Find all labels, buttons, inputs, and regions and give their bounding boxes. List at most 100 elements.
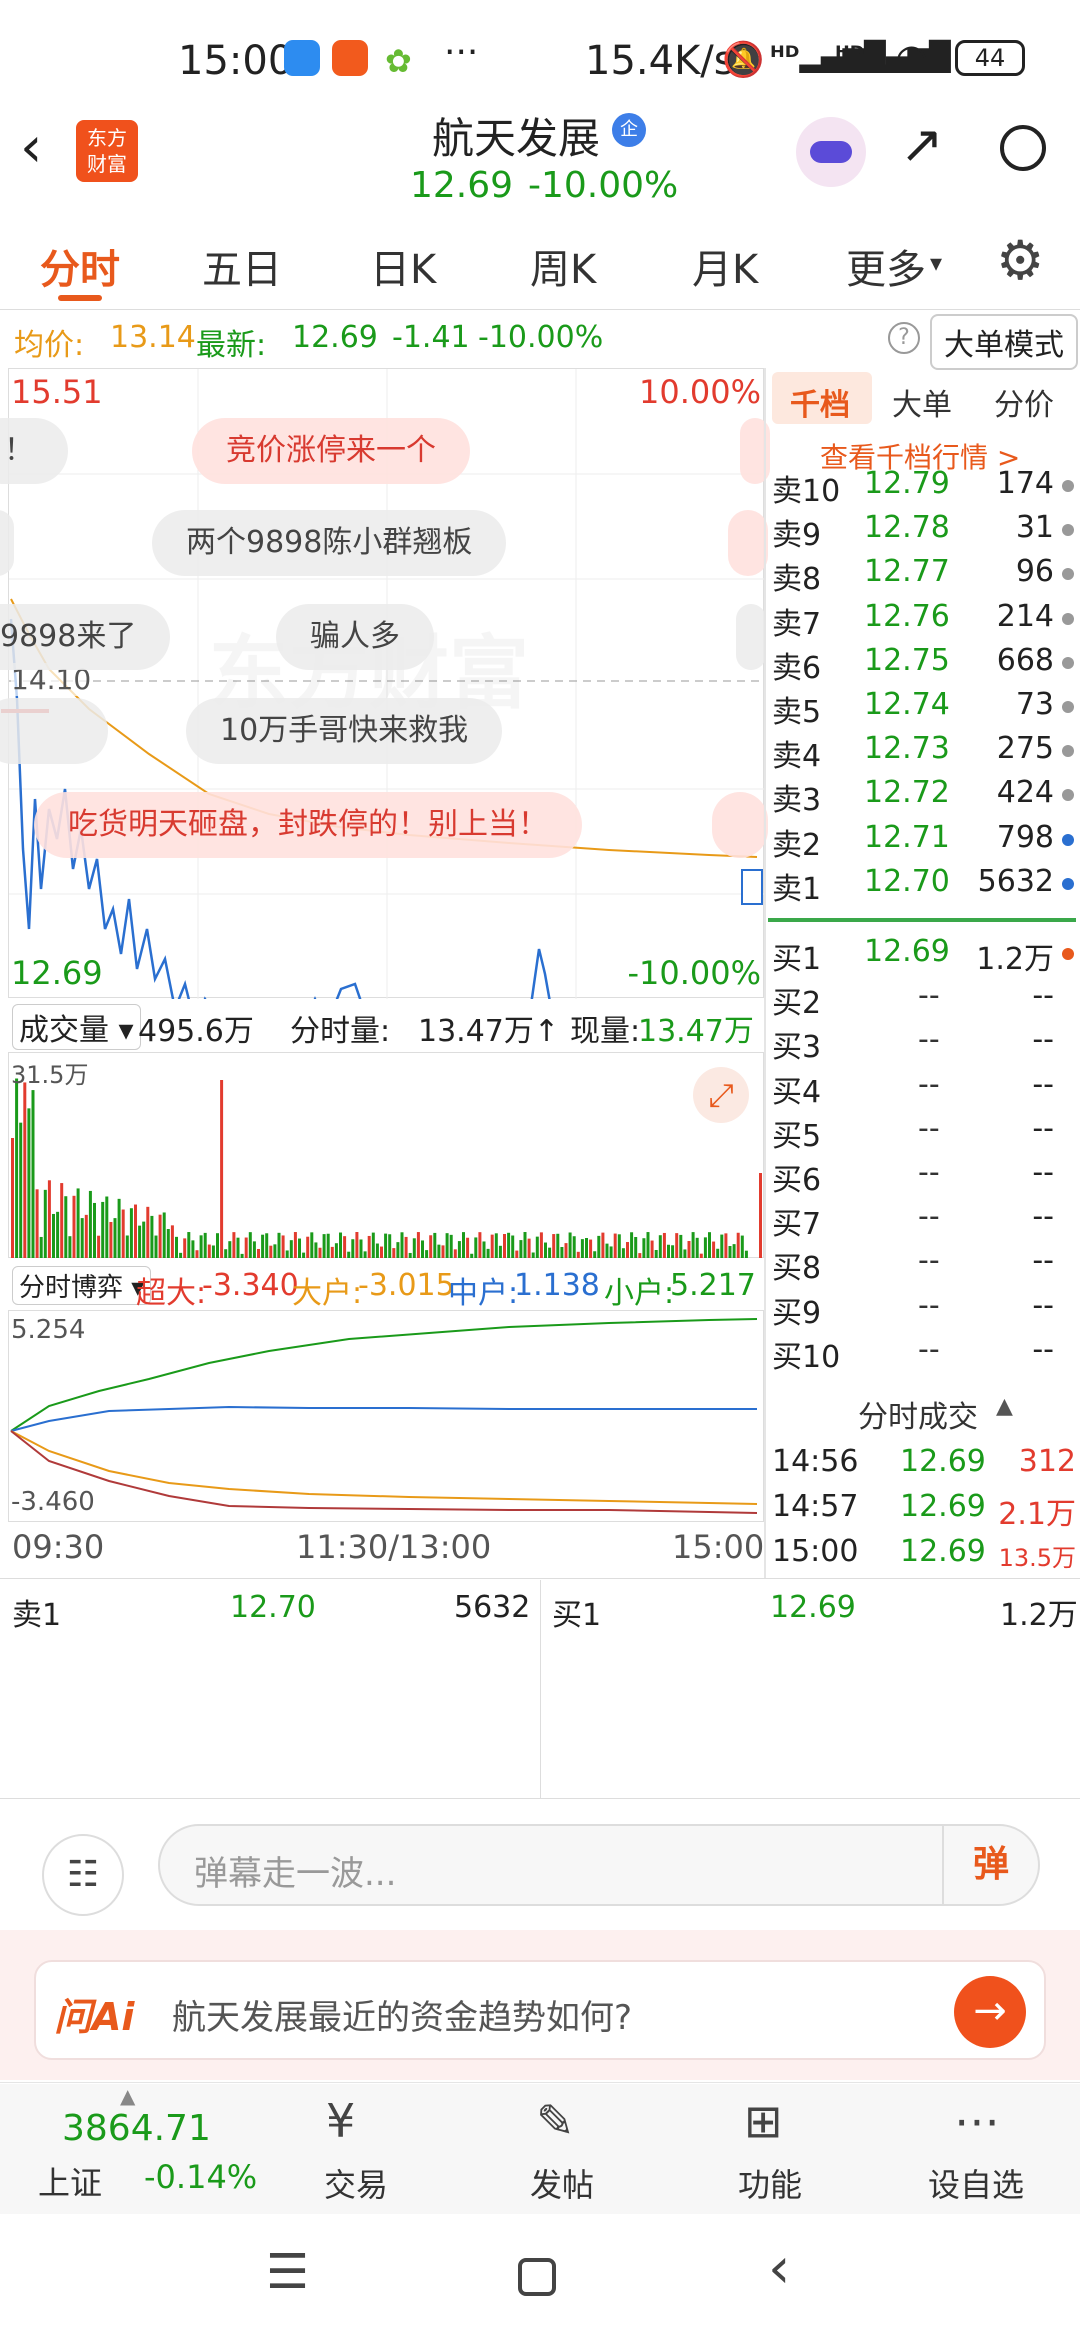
orderbook-sell-row[interactable]: 卖6 12.75 668 bbox=[768, 643, 1080, 687]
danmu-bubble[interactable]: ！ bbox=[0, 418, 68, 484]
orderbook-sell-row[interactable]: 卖5 12.74 73 bbox=[768, 687, 1080, 731]
volume-bar bbox=[564, 1243, 568, 1258]
danmu-bubble[interactable]: 吃货明天砸盘，封跌停的！别上当！ bbox=[34, 792, 582, 858]
tab-five-day[interactable]: 五日 bbox=[202, 237, 282, 295]
share-icon[interactable]: ↗ bbox=[900, 115, 944, 175]
trade-icon[interactable]: ¥ bbox=[326, 2094, 355, 2148]
volume-bar bbox=[158, 1214, 162, 1258]
post-icon[interactable]: ✎ bbox=[536, 2094, 575, 2148]
danmu-bubble[interactable]: 9898来了 bbox=[0, 604, 171, 670]
search-icon[interactable] bbox=[1000, 125, 1046, 171]
tab-big-orders[interactable]: 大单 bbox=[892, 380, 952, 424]
nav-post[interactable]: 发帖 bbox=[530, 2160, 594, 2206]
fund-flow-chart[interactable]: 5.254 -3.460 bbox=[8, 1310, 764, 1522]
danmu-input-placeholder: 弹幕走一波... bbox=[194, 1854, 397, 1894]
volume-bar bbox=[265, 1233, 269, 1258]
danmu-settings-icon[interactable]: ☷ bbox=[42, 1834, 124, 1916]
menu-icon[interactable]: ☰ bbox=[266, 2244, 309, 2300]
tab-monthly-k[interactable]: 月K bbox=[692, 237, 758, 295]
orderbook-buy-row[interactable]: 买6 -- -- bbox=[768, 1155, 1080, 1199]
functions-icon[interactable]: ⊞ bbox=[744, 2094, 783, 2148]
robot-avatar-icon[interactable] bbox=[796, 117, 866, 187]
index-name[interactable]: 上证 bbox=[38, 2158, 102, 2204]
trade-time: 15:00 bbox=[772, 1534, 859, 1569]
queue-buy-label: 买1 bbox=[552, 1598, 602, 1633]
arrow-right-icon[interactable]: → bbox=[954, 1976, 1026, 2048]
orderbook-sell-row[interactable]: 卖1 12.70 5632 bbox=[768, 864, 1080, 908]
back-icon[interactable]: ‹ bbox=[20, 115, 42, 180]
volume-bar bbox=[88, 1190, 92, 1258]
big-flow-line bbox=[10, 1430, 758, 1505]
help-icon[interactable]: ? bbox=[888, 322, 920, 354]
sell-level-label: 卖1 bbox=[772, 871, 822, 907]
nav-add-watchlist[interactable]: 设自选 bbox=[928, 2160, 1024, 2206]
orderbook-buy-row[interactable]: 买1 12.69 1.2万 bbox=[768, 934, 1080, 978]
orderbook-sell-row[interactable]: 卖9 12.78 31 bbox=[768, 510, 1080, 554]
orderbook-buy-row[interactable]: 买9 -- -- bbox=[768, 1288, 1080, 1332]
buy-level-volume: -- bbox=[1032, 1110, 1054, 1146]
time-start: 09:30 bbox=[12, 1528, 105, 1566]
orderbook-buy-row[interactable]: 买5 -- -- bbox=[768, 1111, 1080, 1155]
send-danmu-button[interactable]: 弹 bbox=[942, 1826, 1038, 1904]
orderbook-sell-row[interactable]: 卖8 12.77 96 bbox=[768, 554, 1080, 598]
buy-level-label: 买3 bbox=[772, 1030, 822, 1066]
nav-functions[interactable]: 功能 bbox=[738, 2160, 802, 2206]
volume-bar bbox=[384, 1233, 388, 1258]
volume-bar bbox=[220, 1080, 224, 1258]
volume-bar bbox=[613, 1233, 617, 1258]
trade-price: 12.69 bbox=[900, 1444, 986, 1479]
index-change[interactable]: -0.14% bbox=[144, 2158, 257, 2196]
buy-level-label: 买2 bbox=[772, 986, 822, 1022]
wifi-icon: ◠ bbox=[895, 36, 929, 80]
back-nav-icon[interactable]: ‹ bbox=[768, 2236, 790, 2301]
danmu-bubble[interactable]: 骗人多 bbox=[276, 604, 434, 670]
orderbook-buy-row[interactable]: 买10 -- -- bbox=[768, 1332, 1080, 1376]
flow-indicator-select[interactable]: 分时博弈 ▾ bbox=[12, 1266, 152, 1305]
orderbook-sell-row[interactable]: 卖4 12.73 275 bbox=[768, 731, 1080, 775]
tab-price-volume[interactable]: 分价 bbox=[994, 380, 1054, 424]
danmu-bubble[interactable]: 10万手哥快来救我 bbox=[186, 698, 503, 764]
tab-daily-k[interactable]: 日K bbox=[370, 237, 436, 295]
tab-thousand-levels[interactable]: 千档 bbox=[790, 380, 850, 424]
orderbook-buy-row[interactable]: 买8 -- -- bbox=[768, 1243, 1080, 1287]
tab-more[interactable]: 更多 bbox=[846, 237, 926, 295]
volume-bar bbox=[293, 1232, 297, 1258]
volume-chart[interactable]: 31.5万 ⤢ bbox=[8, 1052, 764, 1258]
volume-bar bbox=[261, 1234, 265, 1258]
orderbook-buy-row[interactable]: 买4 -- -- bbox=[768, 1067, 1080, 1111]
buy-level-volume: -- bbox=[1032, 1243, 1054, 1279]
orderbook-sell-row[interactable]: 卖7 12.76 214 bbox=[768, 599, 1080, 643]
volume-bar bbox=[134, 1204, 137, 1258]
volume-bar bbox=[400, 1232, 404, 1258]
trade-volume: 312 bbox=[1018, 1444, 1076, 1479]
volume-bar bbox=[421, 1240, 424, 1258]
stock-name[interactable]: 航天发展 bbox=[432, 105, 600, 166]
trade-time: 14:56 bbox=[772, 1444, 859, 1479]
buy-level-price: -- bbox=[918, 978, 940, 1014]
orderbook-buy-row[interactable]: 买3 -- -- bbox=[768, 1022, 1080, 1066]
volume-indicator-select[interactable]: 成交量 ▾ bbox=[12, 1004, 141, 1050]
volume-bar bbox=[285, 1250, 289, 1258]
tab-weekly-k[interactable]: 周K bbox=[530, 237, 596, 295]
orderbook-sell-row[interactable]: 卖2 12.71 798 bbox=[768, 820, 1080, 864]
volume-bar bbox=[314, 1242, 318, 1258]
gear-icon[interactable]: ⚙ bbox=[996, 229, 1044, 292]
expand-icon[interactable]: ⤢ bbox=[693, 1067, 749, 1123]
orderbook-sell-row[interactable]: 卖3 12.72 424 bbox=[768, 775, 1080, 819]
orderbook-sell-row[interactable]: 卖10 12.79 174 bbox=[768, 466, 1080, 510]
danmu-bubble[interactable]: 两个9898陈小群翘板 bbox=[152, 510, 507, 576]
home-icon[interactable] bbox=[518, 2258, 556, 2296]
danmu-input[interactable]: 弹幕走一波... 弹 bbox=[158, 1824, 1040, 1906]
trades-title[interactable]: 分时成交 bbox=[858, 1392, 978, 1436]
mute-icon: 🔕 bbox=[722, 40, 765, 80]
big-order-mode-button[interactable]: 大单模式 bbox=[930, 314, 1078, 370]
buy-level-volume: -- bbox=[1032, 1155, 1054, 1190]
orderbook-buy-row[interactable]: 买7 -- -- bbox=[768, 1199, 1080, 1243]
ai-question-card[interactable]: 问Ai 航天发展最近的资金趋势如何? → bbox=[34, 1960, 1046, 2060]
danmu-bubble[interactable]: 竞价涨停来一个 bbox=[192, 418, 470, 484]
watchlist-icon[interactable]: ⋯ bbox=[954, 2094, 1000, 2148]
orderbook-buy-row[interactable]: 买2 -- -- bbox=[768, 978, 1080, 1022]
tab-minute[interactable]: 分时 bbox=[40, 237, 120, 295]
nav-trade[interactable]: 交易 bbox=[324, 2160, 388, 2206]
index-value[interactable]: 3864.71 bbox=[62, 2108, 211, 2149]
